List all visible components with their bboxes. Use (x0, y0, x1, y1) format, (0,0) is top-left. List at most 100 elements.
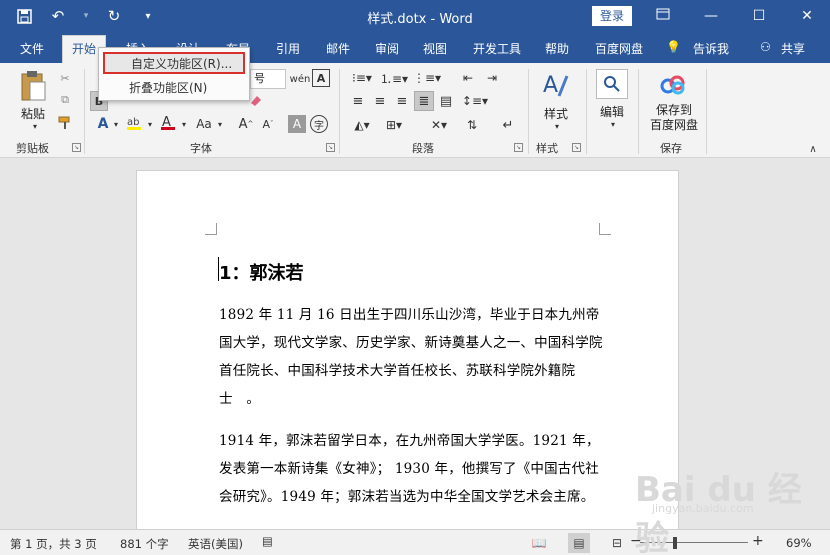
collapse-ribbon-icon[interactable]: ∧ (806, 143, 820, 155)
show-marks-icon[interactable]: ↵ (498, 115, 518, 135)
customize-ribbon-menu-item[interactable]: 自定义功能区(R)... (103, 52, 245, 74)
read-mode-icon[interactable]: 📖 (528, 533, 550, 553)
lightbulb-icon[interactable]: 💡 (666, 40, 681, 54)
zoom-in-icon[interactable]: + (752, 533, 764, 549)
share-button[interactable]: 共享 (781, 40, 805, 57)
document-page[interactable]: 1：郭沫若 1892 年 11 月 16 日出生于四川乐山沙湾，毕业于日本九州帝… (136, 170, 679, 529)
line-spacing-icon[interactable]: ↕≡▾ (460, 91, 490, 111)
paragraph-launcher-icon[interactable]: ↘ (514, 143, 523, 152)
sort-icon[interactable]: ⇅ (462, 115, 482, 135)
align-right-icon[interactable]: ≡ (392, 91, 412, 111)
tab-baidu-netdisk[interactable]: 百度网盘 (595, 40, 643, 57)
distributed-icon[interactable]: ▤ (436, 91, 456, 111)
tab-view[interactable]: 视图 (423, 40, 447, 57)
paste-icon[interactable] (16, 69, 50, 103)
macro-record-icon[interactable]: ▤ (262, 534, 273, 548)
font-launcher-icon[interactable]: ↘ (326, 143, 335, 152)
tab-review[interactable]: 审阅 (375, 40, 399, 57)
font-color-dropdown-icon[interactable]: ▾ (180, 119, 188, 129)
phonetic-guide-icon[interactable]: wén (290, 69, 311, 89)
asian-layout-icon[interactable]: ✕▾ (424, 115, 454, 135)
undo-icon[interactable]: ↶ (48, 6, 68, 26)
justify-icon[interactable]: ≣ (414, 91, 434, 111)
align-center-icon[interactable]: ≡ (370, 91, 390, 111)
restore-icon[interactable]: ☐ (744, 4, 774, 28)
login-button[interactable]: 登录 (592, 6, 632, 26)
multilevel-list-icon[interactable]: ⋮≡▾ (412, 69, 442, 87)
group-separator (339, 69, 340, 154)
group-separator (528, 69, 529, 154)
change-case-icon[interactable]: Aa (192, 115, 216, 133)
editing-dropdown-icon[interactable]: ▾ (608, 119, 618, 129)
zoom-slider-thumb[interactable] (673, 537, 678, 549)
tell-me-search[interactable]: 告诉我 (693, 40, 729, 57)
document-paragraph: 1914 年，郭沫若留学日本，在九州帝国大学学医。1921 年，发表第一本新诗集… (219, 433, 600, 505)
grow-font-icon[interactable]: A ^ (236, 115, 256, 133)
cut-icon[interactable]: ✂ (56, 69, 74, 87)
copy-icon[interactable]: ⧉ (56, 91, 74, 109)
font-group-label: 字体 (190, 142, 212, 155)
ribbon-display-options-icon[interactable] (648, 4, 678, 28)
redo-icon[interactable]: ↻ (104, 6, 124, 26)
editing-button[interactable]: 编辑 (594, 103, 630, 120)
page-count[interactable]: 第 1 页，共 3 页 (10, 536, 97, 552)
enclose-char-icon[interactable]: 字 (310, 115, 328, 133)
clipboard-group-label: 剪贴板 (16, 142, 49, 155)
paste-dropdown-icon[interactable]: ▾ (30, 121, 40, 131)
undo-dropdown-icon[interactable]: ▾ (82, 6, 90, 26)
word-count[interactable]: 881 个字 (120, 536, 169, 552)
shading-icon[interactable]: ◭▾ (348, 115, 376, 135)
borders-icon[interactable]: ⊞▾ (380, 115, 408, 135)
paste-button[interactable]: 粘贴 (18, 105, 48, 122)
group-separator (84, 69, 85, 154)
styles-icon[interactable]: A (540, 69, 572, 101)
customize-qat-icon[interactable]: ▾ (138, 6, 158, 26)
bullets-icon[interactable]: ⁝≡▾ (348, 69, 376, 87)
status-bar: 第 1 页，共 3 页 881 个字 英语(美国) ▤ 📖 ▤ ⊟ − + 69… (0, 529, 830, 555)
search-icon[interactable] (596, 69, 628, 99)
highlight-icon[interactable]: ab (124, 113, 144, 133)
text-effects-icon[interactable]: A (94, 115, 112, 133)
font-size-select[interactable]: 号 (250, 69, 286, 89)
save-to-netdisk-line2: 百度网盘 (649, 118, 698, 132)
quick-access-toolbar: ↶ ▾ ↻ ▾ (14, 6, 158, 26)
web-layout-icon[interactable]: ⊟ (606, 533, 628, 553)
numbering-icon[interactable]: ⒈≡▾ (380, 69, 408, 87)
svg-text:ab: ab (127, 117, 139, 128)
close-icon[interactable]: ✕ (792, 4, 822, 28)
decrease-indent-icon[interactable]: ⇤ (458, 69, 478, 87)
collapse-ribbon-menu-item[interactable]: 折叠功能区(N) (103, 78, 245, 100)
text-effects-dropdown-icon[interactable]: ▾ (112, 119, 120, 129)
align-left-icon[interactable]: ≡ (348, 91, 368, 111)
tab-help[interactable]: 帮助 (545, 40, 569, 57)
tab-mailings[interactable]: 邮件 (326, 40, 350, 57)
styles-button[interactable]: 样式 (538, 105, 574, 122)
format-painter-icon[interactable] (56, 114, 74, 132)
styles-launcher-icon[interactable]: ↘ (572, 143, 581, 152)
user-icon[interactable]: ⚇ (760, 40, 771, 54)
minimize-icon[interactable]: — (696, 4, 726, 28)
highlight-dropdown-icon[interactable]: ▾ (146, 119, 154, 129)
zoom-out-icon[interactable]: − (630, 533, 642, 549)
save-to-netdisk-button[interactable]: 保存到 百度网盘 (648, 103, 700, 133)
tab-references[interactable]: 引用 (276, 40, 300, 57)
language-status[interactable]: 英语(美国) (188, 536, 243, 552)
increase-indent-icon[interactable]: ⇥ (482, 69, 502, 87)
zoom-level[interactable]: 69% (786, 536, 812, 550)
tab-developer[interactable]: 开发工具 (473, 40, 521, 57)
baidu-netdisk-icon[interactable] (658, 71, 688, 99)
document-heading: 1：郭沫若 (219, 263, 304, 284)
font-color-icon[interactable]: A (158, 113, 178, 133)
zoom-slider[interactable] (640, 542, 748, 543)
print-layout-icon[interactable]: ▤ (568, 533, 590, 553)
char-shading-icon[interactable]: A (288, 115, 306, 133)
styles-dropdown-icon[interactable]: ▾ (552, 121, 562, 131)
group-separator (586, 69, 587, 154)
shrink-font-icon[interactable]: Aˇ (258, 115, 278, 133)
change-case-dropdown-icon[interactable]: ▾ (216, 119, 224, 129)
char-border-icon[interactable]: A (312, 69, 330, 87)
clipboard-launcher-icon[interactable]: ↘ (72, 143, 81, 152)
svg-text:A: A (543, 73, 558, 98)
save-icon[interactable] (14, 6, 34, 26)
tab-file[interactable]: 文件 (20, 40, 44, 57)
